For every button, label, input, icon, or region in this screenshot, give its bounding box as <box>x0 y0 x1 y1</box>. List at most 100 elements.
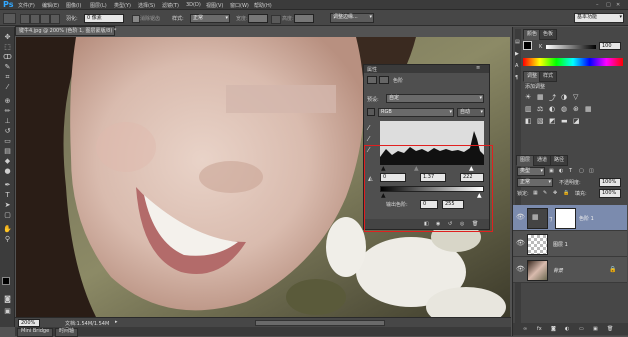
layer-name[interactable]: 色阶 1 <box>579 215 594 222</box>
refine-edge-button[interactable]: 调整边缘... <box>330 13 374 23</box>
paragraph-panel-icon[interactable]: ¶ <box>515 75 518 81</box>
preset-dropdown[interactable]: 自定 <box>386 94 484 103</box>
tab-layers[interactable]: 图层 <box>516 155 535 166</box>
lock-pixels-icon[interactable]: ✎ <box>543 190 547 196</box>
feather-input[interactable]: 0 像素 <box>84 14 124 23</box>
tab-paths[interactable]: 路径 <box>550 155 569 166</box>
zoom-field[interactable]: 200% <box>18 319 40 327</box>
opacity-field[interactable]: 100% <box>599 178 621 187</box>
character-panel-icon[interactable]: A <box>515 63 518 69</box>
width-input[interactable] <box>248 14 268 23</box>
clone-stamp-tool-icon[interactable]: ⊥ <box>2 117 13 125</box>
color-balance-adjust-icon[interactable]: ⚖ <box>537 105 543 113</box>
history-panel-icon[interactable]: ▤ <box>515 39 520 45</box>
hand-tool-icon[interactable]: ✋ <box>2 225 13 233</box>
levels-adjust-icon[interactable]: ▦ <box>537 93 544 101</box>
menu-select[interactable]: 选择(S) <box>138 2 155 9</box>
subtract-selection-icon[interactable] <box>40 14 50 24</box>
move-tool-icon[interactable]: ✥ <box>2 33 13 41</box>
fill-field[interactable]: 100% <box>599 189 621 198</box>
document-tab[interactable]: 键牛4.jpg @ 200% (色阶 1, 图层蒙版/8) * <box>15 26 116 36</box>
bw-adjust-icon[interactable]: ◐ <box>549 105 555 113</box>
quick-mask-icon[interactable]: ◙ <box>2 295 13 303</box>
blur-tool-icon[interactable]: ◆ <box>2 157 13 165</box>
menu-3d[interactable]: 3D(D) <box>186 2 201 8</box>
photo-filter-adjust-icon[interactable]: ◍ <box>561 105 567 113</box>
filter-type-icon[interactable]: T <box>569 168 572 174</box>
mask-icon[interactable] <box>379 76 389 84</box>
target-adjust-icon[interactable] <box>367 108 375 116</box>
color-ramp[interactable] <box>523 58 623 66</box>
horizontal-scrollbar[interactable] <box>255 320 385 326</box>
filter-shape-icon[interactable]: ▢ <box>579 168 584 174</box>
layer-name[interactable]: 图层 1 <box>553 241 568 248</box>
auto-button[interactable]: 自动 <box>457 108 485 117</box>
eraser-tool-icon[interactable]: ▭ <box>2 137 13 145</box>
threshold-adjust-icon[interactable]: ◩ <box>549 117 556 125</box>
history-brush-tool-icon[interactable]: ↺ <box>2 127 13 135</box>
layer-name[interactable]: 背景 <box>553 267 563 274</box>
marquee-tool-preset-icon[interactable] <box>3 13 16 24</box>
k-slider-track[interactable] <box>546 45 596 49</box>
add-mask-icon[interactable]: ◙ <box>551 326 556 332</box>
tab-styles[interactable]: 样式 <box>539 71 558 82</box>
link-layers-icon[interactable]: ∞ <box>523 326 527 332</box>
hue-adjust-icon[interactable]: ▥ <box>525 105 532 113</box>
menu-type[interactable]: 类型(Y) <box>114 2 131 9</box>
zoom-tool-icon[interactable]: ⚲ <box>2 235 13 243</box>
filter-adjust-icon[interactable]: ◐ <box>559 168 563 174</box>
crop-tool-icon[interactable]: ⌗ <box>2 73 13 81</box>
eye-icon[interactable]: 👁 <box>516 213 525 221</box>
menu-view[interactable]: 视图(V) <box>206 2 223 9</box>
height-input[interactable] <box>294 14 314 23</box>
eyedropper-tool-icon[interactable]: ⁄ <box>2 83 13 91</box>
layer-row-levels[interactable]: 👁 ▦ ⁊ 色阶 1 <box>513 205 627 231</box>
invert-adjust-icon[interactable]: ◧ <box>525 117 532 125</box>
gray-eyedropper-icon[interactable]: ⁄ <box>368 135 369 143</box>
properties-tab[interactable]: 属性 <box>367 66 377 73</box>
k-value-field[interactable]: 100 <box>599 42 621 50</box>
new-layer-icon[interactable]: ▣ <box>593 326 598 332</box>
color-lookup-adjust-icon[interactable]: ▦ <box>585 105 592 113</box>
selective-color-adjust-icon[interactable]: ◪ <box>573 117 580 125</box>
filter-smart-icon[interactable]: ◫ <box>589 168 594 174</box>
lock-all-icon[interactable]: 🔒 <box>563 190 569 196</box>
pen-tool-icon[interactable]: ✒ <box>2 181 13 189</box>
layer-mask-thumbnail[interactable] <box>555 208 576 229</box>
marquee-tool-icon[interactable]: ⬚ <box>2 43 13 51</box>
screen-mode-icon[interactable]: ▣ <box>2 307 13 315</box>
new-adjustment-icon[interactable]: ◐ <box>565 326 569 332</box>
curves-adjust-icon[interactable]: ⤴ <box>549 93 556 103</box>
layer-filter-dropdown[interactable]: 类型 <box>517 167 545 176</box>
path-select-tool-icon[interactable]: ➤ <box>2 201 13 209</box>
brush-tool-icon[interactable]: ✏ <box>2 107 13 115</box>
black-eyedropper-icon[interactable]: ⁄ <box>368 124 369 132</box>
quick-select-tool-icon[interactable]: ✎ <box>2 63 13 71</box>
shape-tool-icon[interactable]: ▢ <box>2 211 13 219</box>
close-icon[interactable]: ✕ <box>616 2 620 8</box>
eye-icon[interactable]: 👁 <box>516 239 525 247</box>
lock-position-icon[interactable]: ✥ <box>553 190 557 196</box>
posterize-adjust-icon[interactable]: ▧ <box>537 117 544 125</box>
workspace-dropdown[interactable]: 基本功能 <box>574 13 624 23</box>
layer-row-background[interactable]: 👁 背景 🔒 <box>513 257 627 283</box>
actions-panel-icon[interactable]: ▶ <box>515 51 519 57</box>
layer-row-layer1[interactable]: 👁 图层 1 <box>513 231 627 257</box>
tab-channels[interactable]: 通道 <box>533 155 552 166</box>
channel-dropdown[interactable]: RGB <box>378 108 454 117</box>
status-arrow-icon[interactable]: ▸ <box>115 319 118 325</box>
minimize-icon[interactable]: – <box>596 2 599 8</box>
menu-filter[interactable]: 滤镜(T) <box>162 2 179 9</box>
exposure-adjust-icon[interactable]: ◑ <box>561 93 567 101</box>
dodge-tool-icon[interactable]: ● <box>2 167 13 175</box>
new-selection-icon[interactable] <box>20 14 30 24</box>
intersect-selection-icon[interactable] <box>50 14 60 24</box>
type-tool-icon[interactable]: T <box>2 191 13 199</box>
menu-file[interactable]: 文件(F) <box>18 2 35 9</box>
menu-help[interactable]: 帮助(H) <box>254 2 272 9</box>
brightness-adjust-icon[interactable]: ☀ <box>525 93 531 101</box>
gradient-tool-icon[interactable]: ▤ <box>2 147 13 155</box>
blend-mode-dropdown[interactable]: 正常 <box>517 178 553 187</box>
maximize-icon[interactable]: □ <box>606 2 611 8</box>
menu-layer[interactable]: 图层(L) <box>90 2 107 9</box>
